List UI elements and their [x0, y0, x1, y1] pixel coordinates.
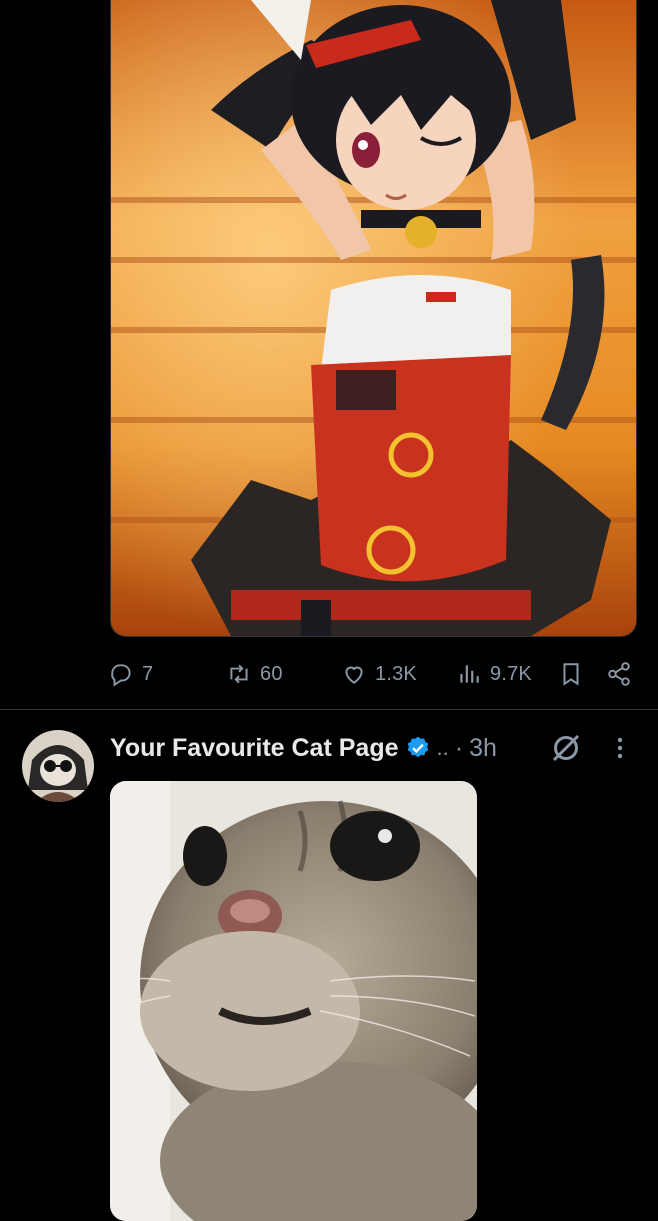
reply-button[interactable]: 7 — [108, 660, 153, 688]
reply-icon — [111, 664, 131, 687]
views-button[interactable]: 9.7K — [456, 660, 532, 688]
repost-icon — [230, 664, 248, 684]
post-divider — [0, 709, 658, 710]
repost-count: 60 — [260, 662, 283, 685]
like-button[interactable]: 1.3K — [341, 660, 417, 688]
heart-icon — [345, 666, 363, 684]
cat-avatar-icon — [22, 730, 94, 802]
post-action-bar: 7 60 1.3K 9.7K — [0, 650, 658, 698]
post-media-cat[interactable] — [110, 781, 477, 1221]
like-count: 1.3K — [375, 662, 417, 685]
bookmark-icon — [563, 663, 579, 686]
views-chart-icon — [460, 665, 479, 683]
anime-character-image — [111, 0, 636, 636]
reply-count: 7 — [142, 662, 154, 685]
share-icon — [608, 662, 630, 686]
cat-photo — [110, 781, 477, 1221]
verified-badge-icon — [407, 736, 428, 758]
avatar[interactable] — [22, 730, 94, 802]
repost-button[interactable]: 60 — [226, 660, 283, 688]
author-name[interactable]: Your Favourite Cat Page — [110, 734, 399, 763]
grok-icon[interactable] — [548, 730, 584, 766]
more-options-icon[interactable] — [608, 732, 632, 764]
share-button[interactable] — [606, 660, 640, 688]
author-handle[interactable]: .. — [437, 735, 449, 761]
header-separator: · — [454, 733, 464, 762]
post-time[interactable]: 3h — [469, 734, 497, 763]
post-header: Your Favourite Cat Page .. · 3h — [110, 728, 497, 768]
bookmark-button[interactable] — [558, 660, 592, 688]
view-count: 9.7K — [490, 662, 532, 685]
post-media-anime[interactable] — [110, 0, 637, 637]
